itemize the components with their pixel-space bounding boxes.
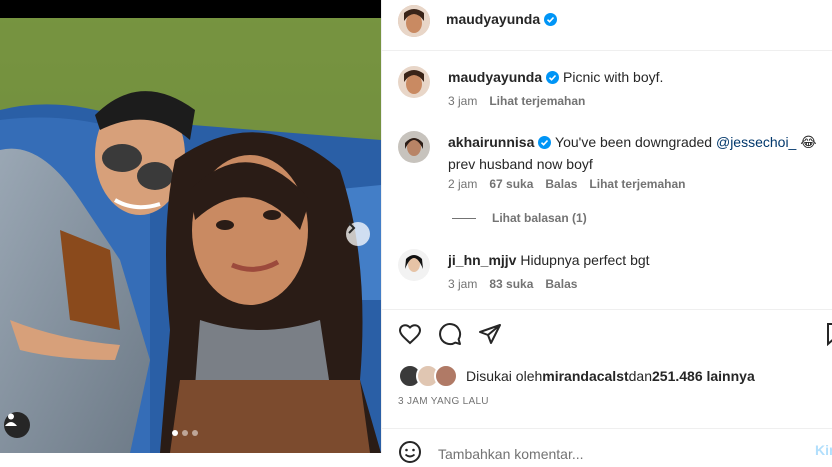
caption-text: Picnic with boyf. — [563, 69, 664, 85]
photo-top-bar — [0, 0, 381, 18]
commenter-avatar[interactable] — [398, 131, 430, 163]
chevron-right-icon[interactable] — [346, 222, 370, 246]
likes-user[interactable]: mirandacalst — [542, 368, 628, 384]
verified-badge-icon — [546, 69, 560, 89]
caption: maudyayunda Picnic with boyf. — [448, 67, 818, 89]
comment-item: ji_hn_mjjv Hidupnya perfect bgt — [448, 250, 818, 270]
comment-username[interactable]: ji_hn_mjjv — [448, 252, 516, 268]
verified-badge-icon — [544, 13, 558, 31]
add-comment-input[interactable]: Tambahkan komentar... — [438, 446, 584, 462]
view-replies-label: Lihat balasan (1) — [492, 211, 587, 225]
comment-item: akhairunnisa You've been downgraded @jes… — [448, 132, 818, 174]
liker-avatar — [434, 364, 458, 388]
caption-author-avatar[interactable] — [398, 66, 430, 98]
comment-reply-button[interactable]: Balas — [545, 177, 577, 191]
comment-meta: 2 jam 67 suka Balas Lihat terjemahan — [448, 177, 685, 191]
comment-likes[interactable]: 67 suka — [489, 177, 533, 191]
heart-icon[interactable] — [398, 322, 422, 351]
comment-translate-link[interactable]: Lihat terjemahan — [589, 177, 685, 191]
caption-username[interactable]: maudyayunda — [448, 69, 542, 85]
comment-meta: 3 jam 83 suka Balas — [448, 277, 577, 291]
verified-badge-icon — [538, 134, 552, 154]
comment-time[interactable]: 3 jam — [448, 277, 477, 291]
likes-summary: Disukai oleh mirandacalst dan 251.486 la… — [398, 364, 755, 388]
carousel-dot — [182, 430, 188, 436]
emoji-icon[interactable] — [398, 440, 422, 467]
add-comment-divider — [382, 428, 832, 429]
replies-divider — [452, 217, 476, 219]
caption-translate-link[interactable]: Lihat terjemahan — [489, 94, 585, 108]
user-tag-icon[interactable] — [4, 412, 30, 438]
post-header: maudyayunda — [382, 0, 832, 51]
comment-reply-button[interactable]: Balas — [545, 277, 577, 291]
liker-avatars[interactable] — [398, 364, 458, 388]
comment-mention-link[interactable]: @jessechoi_ — [716, 134, 796, 150]
share-icon[interactable] — [478, 322, 502, 351]
laughing-emoji: 😂 — [800, 134, 817, 150]
author-username[interactable]: maudyayunda — [446, 11, 540, 27]
author-avatar[interactable] — [398, 5, 430, 37]
action-bar — [398, 322, 502, 351]
add-comment-row: Tambahkan komentar... — [398, 440, 584, 467]
commenter-avatar[interactable] — [398, 249, 430, 281]
caption-time[interactable]: 3 jam — [448, 94, 477, 108]
carousel-dot — [192, 430, 198, 436]
view-replies-button[interactable]: Lihat balasan (1) — [452, 211, 587, 225]
comment-text: You've been downgraded — [555, 134, 716, 150]
likes-middle: dan — [628, 368, 652, 384]
comment-text: Hidupnya perfect bgt — [520, 252, 650, 268]
post-details-panel: maudyayunda maudyayunda Picnic with boyf… — [381, 0, 832, 463]
carousel-dot — [172, 430, 178, 436]
likes-prefix: Disukai oleh — [466, 368, 543, 384]
post-timestamp[interactable]: 3 JAM YANG LALU — [398, 396, 489, 407]
bookmark-icon[interactable] — [826, 322, 832, 351]
carousel-indicator — [172, 430, 198, 436]
comment-icon[interactable] — [438, 322, 462, 351]
comment-time[interactable]: 2 jam — [448, 177, 477, 191]
caption-meta: 3 jam Lihat terjemahan — [448, 94, 585, 108]
comment-likes[interactable]: 83 suka — [489, 277, 533, 291]
post-photo[interactable] — [0, 0, 381, 453]
likes-count[interactable]: 251.486 lainnya — [652, 368, 755, 384]
actions-divider — [382, 309, 832, 310]
comment-text-continued: prev husband now boyf — [448, 156, 593, 172]
post-comment-button[interactable]: Kirim — [815, 442, 832, 458]
comment-username[interactable]: akhairunnisa — [448, 134, 534, 150]
picnic-photo-illustration — [0, 0, 381, 453]
